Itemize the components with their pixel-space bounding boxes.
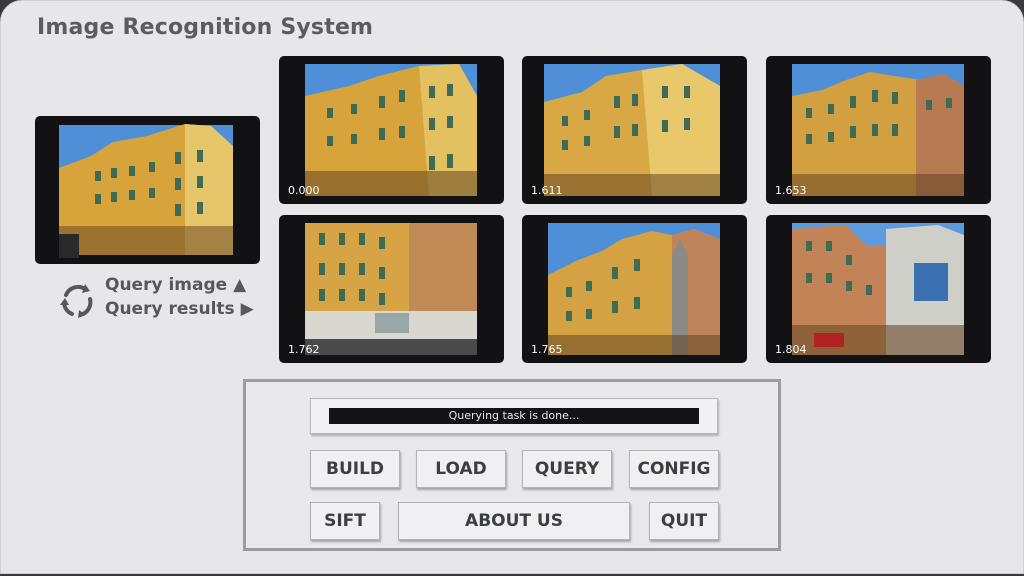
status-progress-bar: Querying task is done... <box>329 408 699 424</box>
build-button[interactable]: BUILD <box>310 450 400 488</box>
result-thumbnail[interactable]: 1.611 <box>522 56 747 204</box>
query-image-label: Query image ▲ <box>105 275 247 295</box>
query-image-frame[interactable] <box>35 116 260 264</box>
result-image <box>792 223 964 355</box>
load-button[interactable]: LOAD <box>416 450 506 488</box>
result-image <box>305 64 477 196</box>
control-panel: Querying task is done... BUILD LOAD QUER… <box>243 379 781 551</box>
result-score: 1.611 <box>531 184 563 197</box>
result-thumbnail[interactable]: 1.762 <box>279 215 504 363</box>
about-us-button[interactable]: ABOUT US <box>398 502 630 540</box>
status-box: Querying task is done... <box>310 398 718 434</box>
result-thumbnail[interactable]: 1.765 <box>522 215 747 363</box>
query-results-label: Query results ▶ <box>105 299 254 319</box>
result-image <box>544 64 720 196</box>
app-title: Image Recognition System <box>37 15 374 40</box>
result-image <box>792 64 964 196</box>
sift-button[interactable]: SIFT <box>310 502 380 540</box>
result-score: 1.804 <box>775 343 807 356</box>
legend: Query image ▲ Query results ▶ <box>57 273 257 325</box>
query-button[interactable]: QUERY <box>522 450 612 488</box>
result-score: 0.000 <box>288 184 320 197</box>
result-score: 1.653 <box>775 184 807 197</box>
result-thumbnail[interactable]: 1.653 <box>766 56 991 204</box>
result-score: 1.762 <box>288 343 320 356</box>
quit-button[interactable]: QUIT <box>649 502 719 540</box>
query-image <box>59 124 233 258</box>
config-button[interactable]: CONFIG <box>629 450 719 488</box>
result-image <box>548 223 720 355</box>
result-image <box>305 223 477 355</box>
refresh-cycle-icon <box>60 284 93 318</box>
result-score: 1.765 <box>531 343 563 356</box>
result-thumbnail[interactable]: 1.804 <box>766 215 991 363</box>
app-window: Image Recognition System Query image ▲ Q… <box>0 0 1024 574</box>
result-thumbnail[interactable]: 0.000 <box>279 56 504 204</box>
